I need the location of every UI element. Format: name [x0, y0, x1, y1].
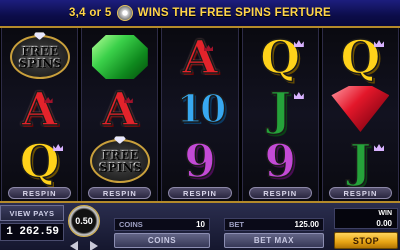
respin-button[interactable]: RESPIN — [168, 187, 232, 199]
coins-label: COINS — [119, 220, 143, 229]
diamond-icon — [113, 136, 126, 144]
banner-text-left: 3,4 or 5 — [68, 7, 112, 19]
crown-icon — [293, 92, 304, 99]
coin-size-decrease-icon[interactable] — [70, 241, 78, 250]
diamond-icon — [33, 32, 46, 40]
reel-2: A FREE SPINS RESPIN — [81, 28, 159, 201]
nine-symbol: 9 — [183, 134, 217, 188]
reel-cell: 10 — [162, 83, 237, 135]
red-gem-symbol — [331, 86, 390, 132]
control-bar: VIEW PAYS 1 262.59 0.50 COINS 10 BET 125… — [0, 201, 400, 250]
reel-1: FREE SPINS A Q RESPIN — [1, 28, 79, 201]
coins-button[interactable]: COINS — [114, 233, 210, 248]
reel-cell: A — [2, 83, 77, 135]
reel-cell: FREE SPINS — [82, 135, 157, 187]
free-spins-symbol: FREE SPINS — [89, 136, 150, 183]
ace-symbol: A — [101, 82, 138, 136]
green-gem-symbol — [91, 35, 148, 79]
jack-symbol: J — [349, 134, 372, 188]
coins-value: 10 — [196, 220, 205, 229]
win-value: 0.00 — [376, 219, 392, 228]
reel-cell: Q — [243, 31, 318, 83]
reel-cell: J — [243, 83, 318, 135]
coins-readout: COINS 10 — [114, 218, 210, 231]
crown-icon — [374, 144, 385, 151]
view-pays-button[interactable]: VIEW PAYS — [0, 205, 64, 221]
reel-cell: A — [82, 83, 157, 135]
win-label: WIN — [378, 210, 392, 217]
reel-5: Q J RESPIN — [321, 28, 400, 201]
bet-readout: BET 125.00 — [224, 218, 324, 231]
reel-area: FREE SPINS A Q RESPIN A FREE SPINS RESPI… — [0, 28, 400, 201]
free-spins-symbol: FREE SPINS — [9, 32, 70, 79]
reel-4: Q J 9 RESPIN — [241, 28, 319, 201]
jack-symbol: J — [269, 82, 292, 136]
ace-symbol: A — [21, 82, 58, 136]
reel-cell: 9 — [243, 135, 318, 187]
reel-cell: J — [323, 135, 398, 187]
diamond-scatter-icon — [116, 5, 133, 21]
queen-symbol: Q — [340, 30, 382, 84]
respin-button[interactable]: RESPIN — [8, 187, 72, 199]
queen-symbol: Q — [259, 30, 301, 84]
reel-cell: Q — [2, 135, 77, 187]
banner-text-right: WINS THE FREE SPINS FERTURE — [137, 7, 332, 19]
reel-cell: A — [162, 31, 237, 83]
respin-button[interactable]: RESPIN — [328, 187, 393, 199]
reel-cell — [323, 83, 398, 135]
ten-symbol: 10 — [176, 86, 227, 131]
queen-symbol: Q — [19, 134, 61, 188]
free-spins-text-bottom: SPINS — [18, 56, 62, 70]
balance-panel: VIEW PAYS 1 262.59 — [0, 205, 64, 250]
respin-button[interactable]: RESPIN — [88, 187, 152, 199]
top-banner: 3,4 or 5 WINS THE FREE SPINS FERTURE — [0, 0, 400, 28]
reel-cell: Q — [323, 31, 398, 83]
reel-cell — [82, 31, 157, 83]
free-spins-text-bottom: SPINS — [98, 160, 142, 174]
bet-value: 125.00 — [294, 220, 319, 229]
bet-label: BET — [229, 220, 244, 229]
bet-max-button[interactable]: BET MAX — [224, 233, 324, 248]
reel-3: A 10 9 RESPIN — [161, 28, 239, 201]
nine-symbol: 9 — [263, 134, 297, 188]
win-display: WIN 0.00 — [334, 208, 398, 229]
coin-size-selector[interactable]: 0.50 — [68, 205, 100, 237]
ace-symbol: A — [181, 30, 218, 84]
stop-button[interactable]: STOP — [334, 232, 398, 249]
reel-cell: 9 — [162, 135, 237, 187]
respin-button[interactable]: RESPIN — [248, 187, 312, 199]
coin-size-increase-icon[interactable] — [90, 241, 98, 250]
balance-display: 1 262.59 — [0, 223, 64, 241]
reel-cell: FREE SPINS — [2, 31, 77, 83]
